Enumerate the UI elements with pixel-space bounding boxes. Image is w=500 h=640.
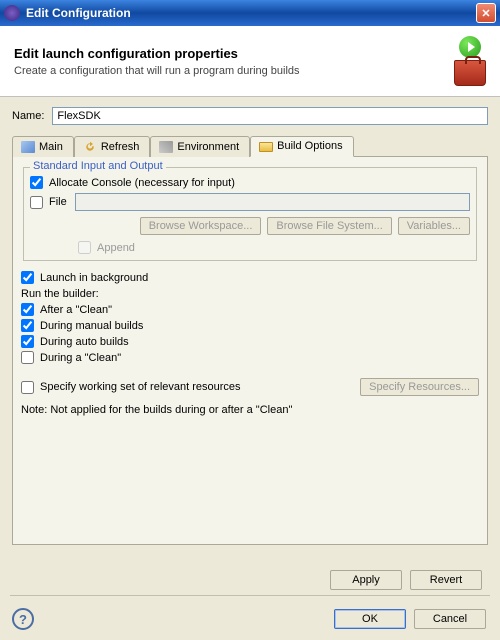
- eclipse-icon: [4, 5, 20, 21]
- tab-main-label: Main: [39, 141, 63, 153]
- launch-background-label: Launch in background: [40, 272, 148, 284]
- file-label: File: [49, 196, 67, 208]
- tab-refresh[interactable]: Refresh: [74, 136, 151, 157]
- variables-button: Variables...: [398, 217, 470, 235]
- build-options-panel: Standard Input and Output Allocate Conso…: [12, 157, 488, 545]
- tab-environment[interactable]: Environment: [150, 136, 250, 157]
- tabstrip: Main Refresh Environment Build Options: [12, 135, 488, 157]
- environment-icon: [159, 141, 173, 153]
- working-set-checkbox[interactable]: [21, 381, 34, 394]
- name-label: Name:: [12, 110, 44, 122]
- allocate-console-label: Allocate Console (necessary for input): [49, 177, 235, 189]
- cancel-button[interactable]: Cancel: [414, 609, 486, 629]
- tab-refresh-label: Refresh: [101, 141, 140, 153]
- tab-main[interactable]: Main: [12, 136, 74, 157]
- window-title: Edit Configuration: [26, 6, 476, 20]
- tab-env-label: Environment: [177, 141, 239, 153]
- header-title: Edit launch configuration properties: [14, 46, 454, 61]
- file-input: [75, 193, 470, 211]
- help-icon[interactable]: ?: [12, 608, 34, 630]
- note-label: Note: Not applied for the builds during …: [21, 404, 479, 416]
- header-desc: Create a configuration that will run a p…: [14, 65, 454, 77]
- run-options: Launch in background Run the builder: Af…: [21, 271, 479, 364]
- working-set-label: Specify working set of relevant resource…: [40, 381, 241, 393]
- folder-icon: [259, 142, 273, 152]
- launch-background-checkbox[interactable]: [21, 271, 34, 284]
- main-icon: [21, 141, 35, 153]
- during-clean-label: During a "Clean": [40, 352, 121, 364]
- toolbox-icon: [454, 60, 486, 86]
- titlebar: Edit Configuration ✕: [0, 0, 500, 26]
- manual-builds-label: During manual builds: [40, 320, 143, 332]
- run-builder-label: Run the builder:: [21, 288, 479, 300]
- separator: [10, 595, 490, 596]
- auto-builds-checkbox[interactable]: [21, 335, 34, 348]
- run-icon: [459, 36, 481, 58]
- browse-filesystem-button: Browse File System...: [267, 217, 391, 235]
- refresh-icon: [83, 141, 97, 153]
- tab-build-options[interactable]: Build Options: [250, 136, 353, 157]
- browse-workspace-button: Browse Workspace...: [140, 217, 262, 235]
- ok-button[interactable]: OK: [334, 609, 406, 629]
- after-clean-checkbox[interactable]: [21, 303, 34, 316]
- specify-resources-button: Specify Resources...: [360, 378, 479, 396]
- io-group-title: Standard Input and Output: [30, 160, 166, 172]
- allocate-console-checkbox[interactable]: [30, 176, 43, 189]
- close-button[interactable]: ✕: [476, 3, 496, 23]
- append-label: Append: [97, 242, 135, 254]
- auto-builds-label: During auto builds: [40, 336, 129, 348]
- io-group: Standard Input and Output Allocate Conso…: [23, 167, 477, 261]
- tab-build-label: Build Options: [277, 140, 342, 152]
- file-checkbox[interactable]: [30, 196, 43, 209]
- manual-builds-checkbox[interactable]: [21, 319, 34, 332]
- after-clean-label: After a "Clean": [40, 304, 112, 316]
- header: Edit launch configuration properties Cre…: [0, 26, 500, 97]
- revert-button[interactable]: Revert: [410, 570, 482, 590]
- apply-button[interactable]: Apply: [330, 570, 402, 590]
- during-clean-checkbox[interactable]: [21, 351, 34, 364]
- name-input[interactable]: [52, 107, 488, 125]
- append-checkbox: [78, 241, 91, 254]
